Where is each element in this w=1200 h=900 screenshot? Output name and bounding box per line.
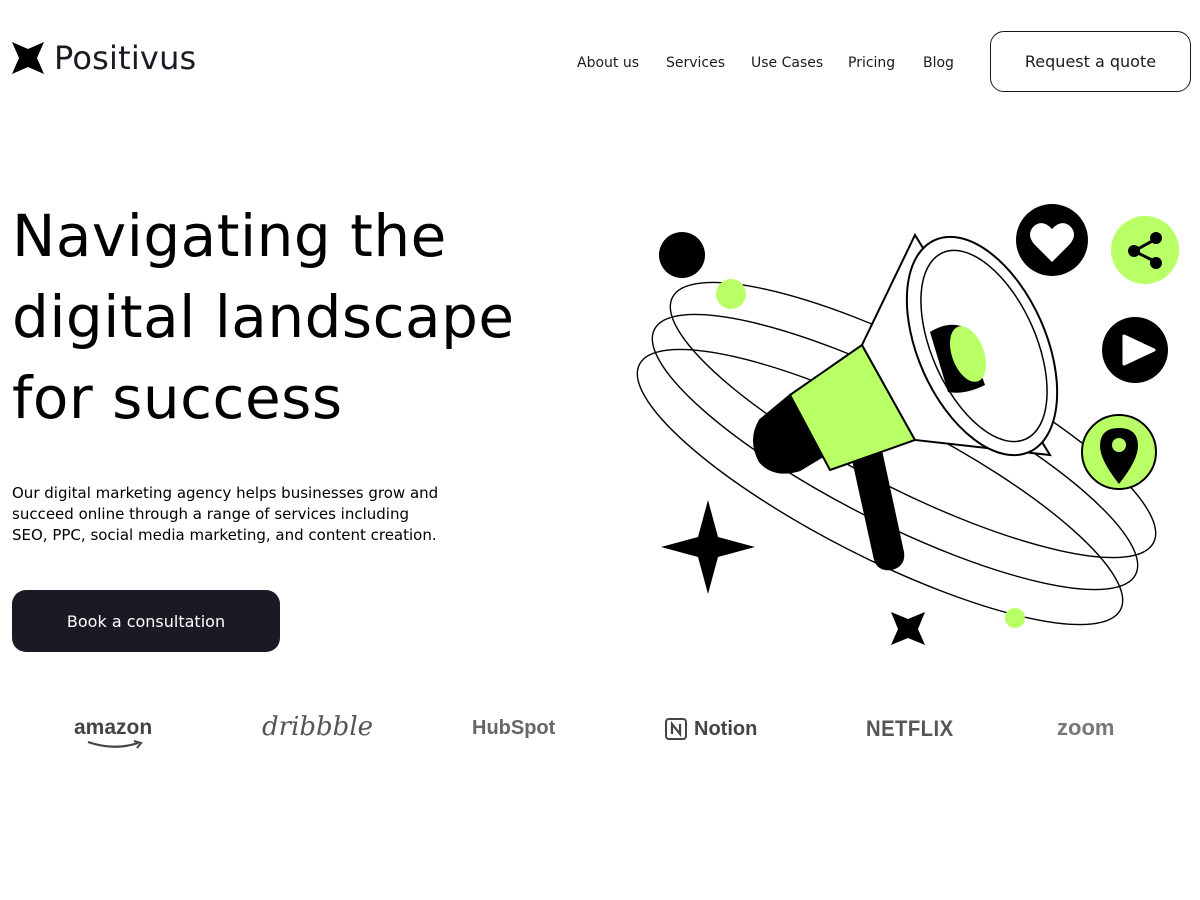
notion-logo-text: Notion [694,717,758,740]
accent-dot [1005,608,1025,628]
site-header: Positivus About us Services Use Cases Pr… [0,0,1200,120]
hero-description-line: succeed online through a range of servic… [12,505,409,523]
amazon-smile-icon [87,740,143,749]
nav-blog[interactable]: Blog [923,52,954,74]
black-dot [659,232,705,278]
zoom-logo: zoom [1057,715,1115,740]
book-consultation-button[interactable]: Book a consultation [12,590,280,652]
dribbble-logo: dribbble [262,712,374,742]
megaphone-handle [852,450,905,571]
share-icon [1111,216,1179,284]
megaphone-illustration [636,204,1179,645]
notion-icon [665,718,687,740]
nav-pricing[interactable]: Pricing [848,52,895,74]
hero-title-line: for success [12,364,343,432]
accent-dot [716,279,746,309]
hero-title-line: Navigating the [12,202,447,270]
netflix-logo: NETFLIX [866,716,954,741]
hero-description: Our digital marketing agency helps busin… [12,483,472,546]
heart-icon [1016,204,1088,276]
nav-services[interactable]: Services [666,52,725,74]
hero-description-line: Our digital marketing agency helps busin… [12,484,439,502]
partner-logos: amazon dribbble HubSpot Notion NETFLIX z… [0,700,1200,760]
hero-title-line: digital landscape [12,283,515,351]
hero-title: Navigating the digital landscape for suc… [12,196,572,439]
sparkle-star-icon [891,612,925,645]
amazon-logo-text: amazon [74,716,153,739]
play-icon [1102,317,1168,383]
hero-description-line: SEO, PPC, social media marketing, and co… [12,526,437,544]
request-quote-button[interactable]: Request a quote [990,31,1191,92]
nav-use-cases[interactable]: Use Cases [751,52,823,74]
sparkle-star-icon [661,500,755,594]
hubspot-logo: HubSpot [472,717,556,739]
amazon-logo: amazon [74,716,153,749]
notion-logo: Notion [664,717,757,741]
location-pin-icon [1081,414,1157,490]
nav-about-us[interactable]: About us [577,52,639,74]
